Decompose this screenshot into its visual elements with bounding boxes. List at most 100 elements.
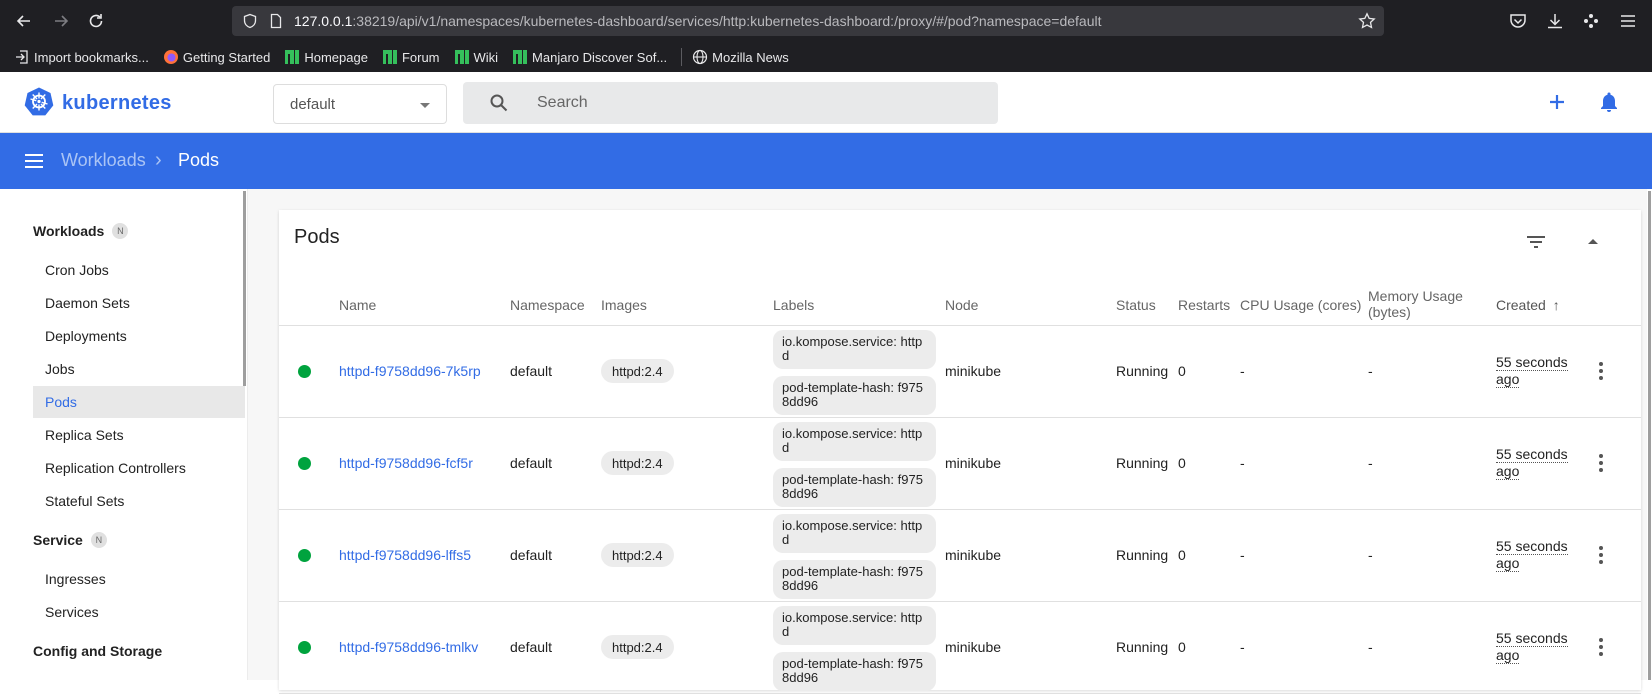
bookmark-getting-started[interactable]: Getting Started bbox=[163, 49, 270, 65]
col-header-restarts[interactable]: Restarts bbox=[1178, 297, 1230, 313]
app-header: kubernetes default bbox=[0, 72, 1652, 133]
main-scrollbar[interactable] bbox=[1647, 189, 1652, 680]
pod-node[interactable]: minikube bbox=[945, 547, 1001, 563]
scrollbar-thumb[interactable] bbox=[1648, 191, 1651, 680]
pod-node[interactable]: minikube bbox=[945, 455, 1001, 471]
pod-status: Running bbox=[1116, 547, 1169, 563]
pod-name-link[interactable]: httpd-f9758dd96-lffs5 bbox=[339, 547, 471, 563]
memory-header-line2: (bytes) bbox=[1368, 304, 1411, 320]
pod-node[interactable]: minikube bbox=[945, 639, 1001, 655]
shield-icon[interactable] bbox=[242, 13, 258, 29]
status-running-icon bbox=[298, 641, 311, 654]
more-vert-icon[interactable] bbox=[1589, 451, 1613, 475]
label-chip: pod-template-hash: f9758dd96 bbox=[773, 652, 936, 691]
more-vert-icon[interactable] bbox=[1589, 359, 1613, 383]
filter-icon[interactable] bbox=[1524, 230, 1548, 254]
pod-name-link[interactable]: httpd-f9758dd96-7k5rp bbox=[339, 363, 481, 379]
bookmark-label: Homepage bbox=[304, 49, 368, 65]
manjaro-icon bbox=[454, 50, 469, 64]
notifications-bell-icon[interactable] bbox=[1597, 90, 1621, 114]
pocket-icon[interactable] bbox=[1508, 11, 1528, 31]
menu-icon[interactable] bbox=[22, 149, 46, 173]
label-chip: pod-template-hash: f9758dd96 bbox=[773, 376, 936, 415]
breadcrumb-workloads[interactable]: Workloads bbox=[61, 150, 146, 171]
extensions-icon[interactable] bbox=[1581, 11, 1601, 31]
bookmark-manjaro-discover[interactable]: Manjaro Discover Sof... bbox=[512, 49, 667, 65]
col-header-created[interactable]: Created ↑ bbox=[1496, 297, 1560, 313]
hamburger-menu-icon[interactable] bbox=[1618, 11, 1638, 31]
pod-memory: - bbox=[1368, 363, 1373, 379]
sidebar-item-stateful-sets[interactable]: Stateful Sets bbox=[33, 485, 245, 517]
created-time: 55 seconds ago bbox=[1496, 354, 1568, 388]
bookmark-label: Manjaro Discover Sof... bbox=[532, 49, 668, 65]
pod-memory: - bbox=[1368, 547, 1373, 563]
card-title: Pods bbox=[294, 226, 340, 248]
namespace-select[interactable]: default bbox=[273, 84, 447, 124]
reload-icon[interactable] bbox=[82, 7, 110, 35]
table-row: httpd-f9758dd96-lffs5 default httpd:2.4 io.… bbox=[279, 510, 1641, 602]
image-chip: httpd:2.4 bbox=[601, 543, 674, 567]
pod-namespace: default bbox=[510, 639, 553, 655]
browser-toolbar: 127.0.0.1:38219/api/v1/namespaces/kubern… bbox=[0, 0, 1652, 42]
page-icon[interactable] bbox=[268, 13, 284, 29]
bookmark-import[interactable]: Import bookmarks... bbox=[14, 49, 149, 65]
pod-status: Running bbox=[1116, 455, 1169, 471]
col-header-memory: Memory Usage (bytes) bbox=[1368, 288, 1463, 320]
more-vert-icon[interactable] bbox=[1589, 635, 1613, 659]
sidebar-section-workloads[interactable]: Workloads N bbox=[33, 223, 129, 239]
col-header-status[interactable]: Status bbox=[1116, 297, 1156, 313]
pod-status: Running bbox=[1116, 363, 1169, 379]
url-bar[interactable]: 127.0.0.1:38219/api/v1/namespaces/kubern… bbox=[232, 6, 1384, 36]
sidebar-item-cron-jobs[interactable]: Cron Jobs bbox=[33, 254, 245, 286]
label-chip: io.kompose.service: httpd bbox=[773, 330, 936, 369]
col-header-namespace[interactable]: Namespace bbox=[510, 297, 585, 313]
sidebar-item-pods[interactable]: Pods bbox=[33, 386, 245, 418]
sidebar-item-replica-sets[interactable]: Replica Sets bbox=[33, 419, 245, 451]
sidebar-item-daemon-sets[interactable]: Daemon Sets bbox=[33, 287, 245, 319]
more-vert-icon[interactable] bbox=[1589, 543, 1613, 567]
back-arrow-icon[interactable] bbox=[10, 7, 38, 35]
pod-memory: - bbox=[1368, 455, 1373, 471]
sidebar-item-services[interactable]: Services bbox=[33, 596, 245, 628]
status-running-icon bbox=[298, 549, 311, 562]
col-header-name[interactable]: Name bbox=[339, 297, 376, 313]
pod-cpu: - bbox=[1240, 363, 1245, 379]
created-time: 55 seconds ago bbox=[1496, 538, 1568, 572]
bookmark-forum[interactable]: Forum bbox=[382, 49, 440, 65]
sidebar-item-replication-controllers[interactable]: Replication Controllers bbox=[33, 452, 245, 484]
pod-created: 55 seconds ago bbox=[1496, 446, 1576, 480]
pod-created: 55 seconds ago bbox=[1496, 354, 1576, 388]
bookmark-mozilla-news[interactable]: Mozilla News bbox=[692, 49, 789, 65]
bookmark-label: Wiki bbox=[473, 49, 499, 65]
sidebar-section-config-storage[interactable]: Config and Storage bbox=[33, 643, 162, 659]
sidebar-item-ingresses[interactable]: Ingresses bbox=[33, 563, 245, 595]
brand-name[interactable]: kubernetes bbox=[62, 92, 172, 115]
bookmark-label: Import bookmarks... bbox=[34, 49, 149, 65]
download-icon[interactable] bbox=[1545, 11, 1565, 31]
forward-arrow-icon[interactable] bbox=[47, 7, 75, 35]
pod-cpu: - bbox=[1240, 455, 1245, 471]
bookmark-label: Forum bbox=[401, 49, 440, 65]
sidebar: Workloads N Cron Jobs Daemon Sets Deploy… bbox=[0, 189, 248, 680]
search-box[interactable] bbox=[463, 82, 998, 124]
sidebar-section-service[interactable]: Service N bbox=[33, 532, 107, 548]
dropdown-caret-icon bbox=[420, 103, 430, 108]
kubernetes-logo-icon[interactable] bbox=[24, 86, 54, 116]
url-text[interactable]: 127.0.0.1:38219/api/v1/namespaces/kubern… bbox=[294, 13, 1102, 29]
manjaro-icon bbox=[513, 50, 528, 64]
create-plus-icon[interactable] bbox=[1545, 90, 1569, 114]
bookmark-star-icon[interactable] bbox=[1358, 12, 1376, 30]
collapse-arrow-icon[interactable] bbox=[1581, 230, 1605, 254]
sidebar-item-deployments[interactable]: Deployments bbox=[33, 320, 245, 352]
bookmark-homepage[interactable]: Homepage bbox=[284, 49, 368, 65]
pod-node[interactable]: minikube bbox=[945, 363, 1001, 379]
col-header-node[interactable]: Node bbox=[945, 297, 978, 313]
search-input[interactable] bbox=[537, 91, 977, 115]
namespaced-badge: N bbox=[90, 532, 107, 548]
bookmark-wiki[interactable]: Wiki bbox=[454, 49, 499, 65]
pod-name-link[interactable]: httpd-f9758dd96-tmlkv bbox=[339, 639, 478, 655]
firefox-icon bbox=[163, 50, 178, 64]
pod-namespace: default bbox=[510, 455, 553, 471]
pod-name-link[interactable]: httpd-f9758dd96-fcf5r bbox=[339, 455, 473, 471]
sidebar-item-jobs[interactable]: Jobs bbox=[33, 353, 245, 385]
